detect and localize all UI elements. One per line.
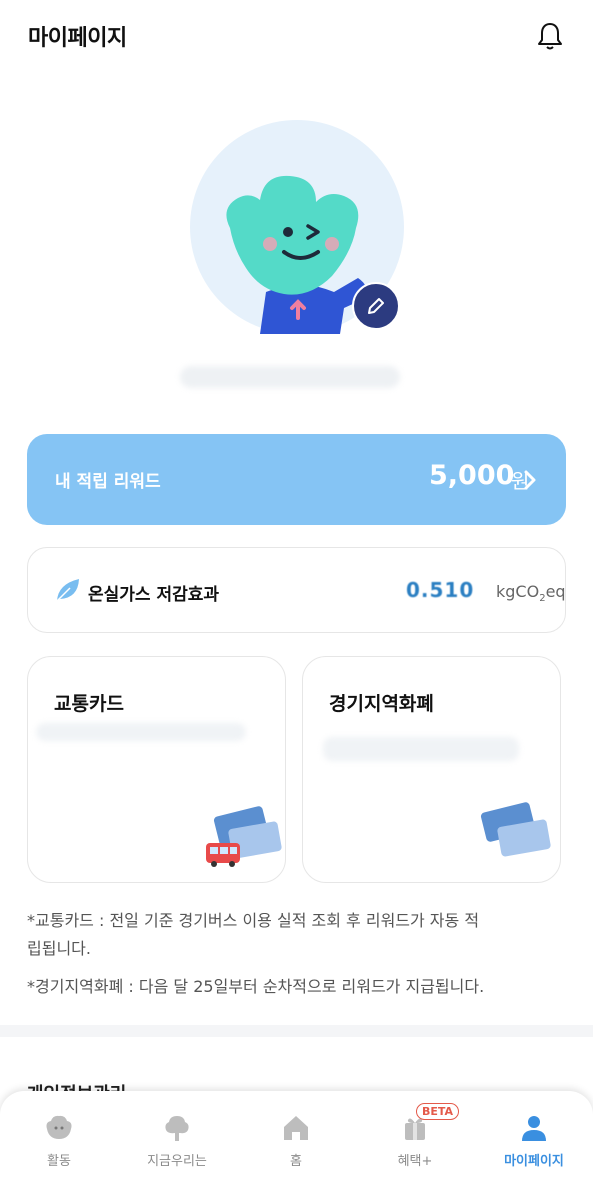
nickname-redacted <box>180 366 400 388</box>
local-currency-note: *경기지역화폐 : 다음 달 25일부터 순차적으로 리워드가 지급됩니다. <box>27 977 485 996</box>
tab-label: 지금우리는 <box>147 1154 207 1169</box>
ghg-unit: kgCO2eq <box>496 582 566 604</box>
reward-label: 내 적립 리워드 <box>55 472 161 492</box>
tab-activity[interactable]: 활동 <box>0 1091 118 1200</box>
person-icon <box>522 1116 546 1141</box>
reward-summary-card[interactable]: 내 적립 리워드 5,000 원 <box>27 434 566 525</box>
bottom-tab-bar: 활동 지금우리는 홈 혜택+ 마이페이지 <box>0 1091 593 1200</box>
tab-label: 활동 <box>47 1154 71 1169</box>
edit-profile-button[interactable] <box>352 282 400 330</box>
mascot-icon <box>46 1115 72 1139</box>
top-bar: 마이페이지 <box>0 0 593 72</box>
beta-badge: BETA <box>416 1103 460 1120</box>
tab-now-we[interactable]: 지금우리는 <box>118 1091 236 1200</box>
bus-card-icon <box>206 806 282 867</box>
profile-avatar <box>190 120 404 334</box>
local-currency-tile[interactable]: 경기지역화폐 <box>302 656 561 883</box>
home-icon <box>284 1116 308 1140</box>
local-currency-title: 경기지역화폐 <box>329 693 434 715</box>
pencil-icon <box>368 298 384 314</box>
payment-cards-icon <box>480 802 551 857</box>
chevron-right-icon <box>524 470 536 490</box>
leaf-icon <box>56 579 79 602</box>
local-currency-info-redacted <box>323 737 519 761</box>
ghg-unit-suffix: eq <box>545 582 566 601</box>
reward-amount: 5,000 <box>429 460 515 491</box>
ghg-value: 0.510 <box>406 578 475 602</box>
tab-label: 혜택+ <box>397 1154 433 1169</box>
transit-card-note: *교통카드 : 전일 기준 경기버스 이용 실적 조회 후 리워드가 자동 적립… <box>27 911 480 958</box>
tab-mypage[interactable]: 마이페이지 <box>475 1091 593 1200</box>
page-title: 마이페이지 <box>28 26 127 51</box>
transit-card-info-redacted <box>36 723 246 741</box>
transit-card-tile[interactable]: 교통카드 <box>27 656 286 883</box>
tree-icon <box>165 1116 189 1141</box>
ghg-label: 온실가스 저감효과 <box>88 585 220 605</box>
transit-card-title: 교통카드 <box>54 693 124 715</box>
ghg-reduction-card: 온실가스 저감효과 0.510 kgCO2eq <box>27 547 566 633</box>
tab-home[interactable]: 홈 <box>237 1091 355 1200</box>
bell-icon[interactable] <box>534 20 566 52</box>
ghg-unit-text: kgCO <box>496 582 540 601</box>
section-divider <box>0 1025 593 1037</box>
tab-label: 홈 <box>290 1154 302 1169</box>
tab-label: 마이페이지 <box>504 1154 564 1169</box>
